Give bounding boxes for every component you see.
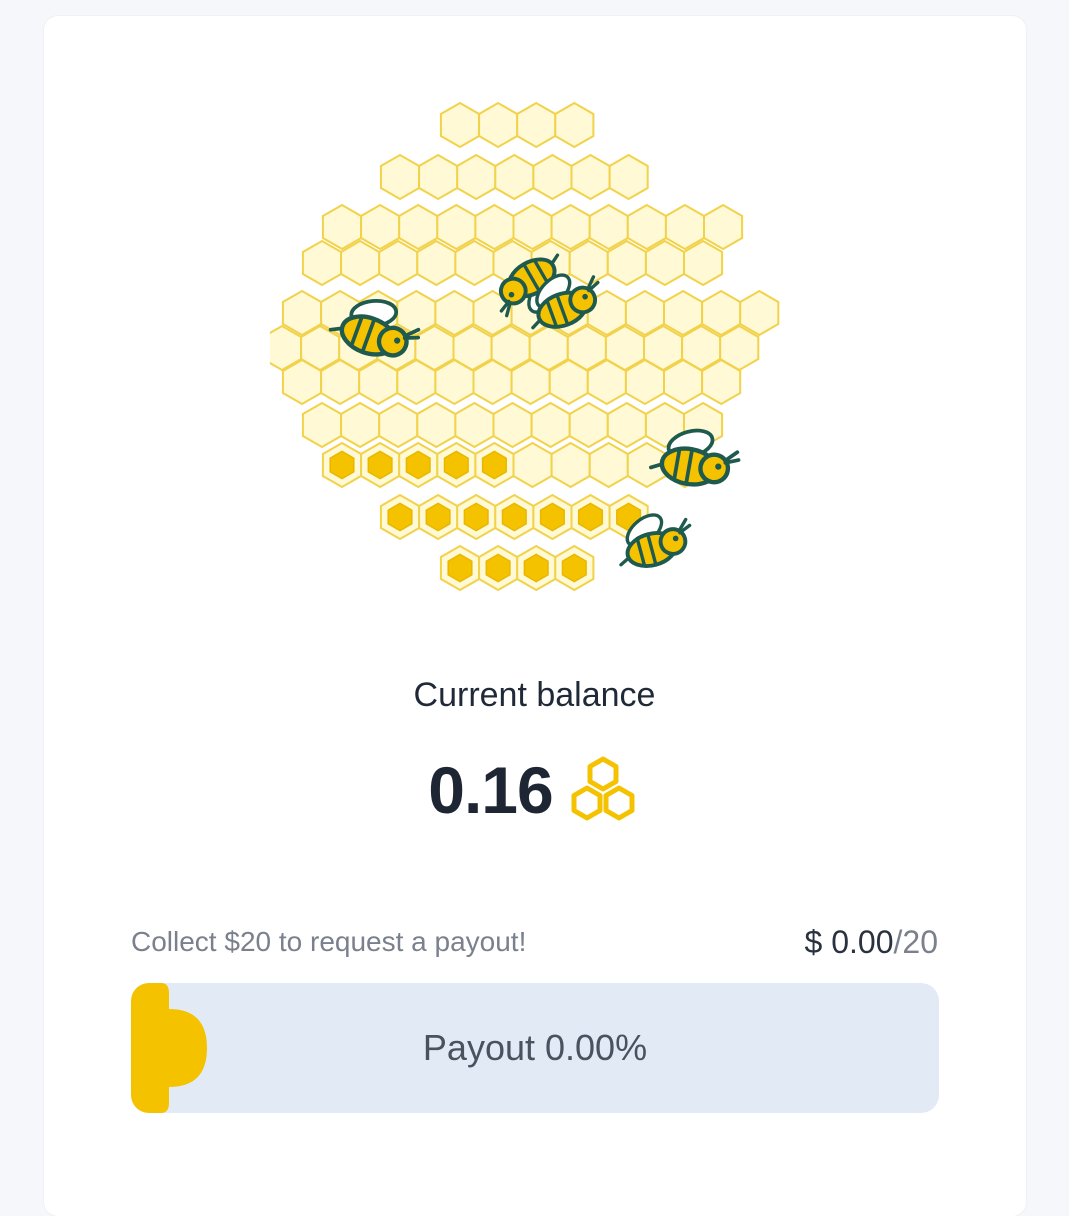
honeycomb-cell — [436, 203, 477, 251]
honeycomb-cell — [568, 401, 609, 449]
honeycomb-cell — [683, 239, 724, 287]
honeycomb-cell — [358, 358, 399, 406]
honeycomb-cell — [532, 153, 573, 201]
honeycomb-cell — [416, 239, 457, 287]
honeycomb-cell — [340, 239, 381, 287]
payout-current: 0.00 — [831, 924, 894, 960]
honeycomb-cell — [570, 153, 611, 201]
honeycomb-cell — [512, 203, 553, 251]
honey-filled-cell — [425, 502, 451, 532]
balance-value: 0.16 — [428, 753, 553, 827]
honeycomb-cell — [626, 203, 667, 251]
honeycomb-cell — [454, 401, 495, 449]
honeycomb-cell — [379, 153, 421, 201]
honeycomb-cell — [588, 203, 629, 251]
payout-progress-bar: Payout 0.00% — [131, 983, 939, 1113]
honey-filled-cell — [539, 502, 565, 532]
honeycomb-cell — [644, 239, 685, 287]
honeycomb-cell — [550, 203, 591, 251]
honeycomb-cell — [492, 401, 533, 449]
honey-filled-cell — [367, 450, 393, 480]
honey-filled-cell — [501, 502, 527, 532]
honey-filled-cell — [447, 553, 473, 583]
honeycomb-cell — [510, 358, 551, 406]
honeycomb-cell — [494, 153, 535, 201]
honeycomb-cell — [434, 358, 475, 406]
honeycomb-cell — [454, 239, 495, 287]
honeycomb-cell — [606, 239, 647, 287]
honeycomb-cell — [474, 203, 515, 251]
honeycomb-cell — [606, 401, 647, 449]
honey-filled-cell — [463, 502, 489, 532]
honeycomb-cell — [739, 289, 780, 337]
honeycomb-cell — [530, 401, 571, 449]
honey-filled-cell — [481, 450, 507, 480]
honeycomb-cell — [396, 358, 437, 406]
honeycomb-cell — [478, 101, 519, 149]
payout-amount: $ 0.00/20 — [805, 924, 938, 961]
honey-filled-cell — [329, 450, 355, 480]
honeycomb-cell — [608, 153, 649, 201]
honeycomb-cell — [321, 203, 363, 251]
honeycomb-cell — [398, 203, 439, 251]
honey-filled-cell — [523, 553, 549, 583]
honeycomb-cell — [301, 401, 343, 449]
honeycomb-cell — [378, 401, 419, 449]
honeycomb-cell — [554, 101, 595, 149]
honeycomb-cell — [548, 358, 589, 406]
honeycomb-cell — [624, 358, 665, 406]
honeycomb-cell — [418, 153, 459, 201]
honeycomb-cell — [320, 358, 361, 406]
honeycomb-cell — [550, 441, 591, 489]
balance-label: Current balance — [413, 676, 656, 714]
honeycomb-cell — [588, 441, 629, 489]
honeycomb-hive-illustration — [270, 101, 780, 592]
honey-filled-cell — [561, 553, 587, 583]
honeycomb-cell — [568, 239, 609, 287]
honeycomb-cell — [663, 358, 704, 406]
honey-filled-cell — [443, 450, 469, 480]
honeycomb-cell — [439, 101, 481, 149]
payout-progress-label: Payout 0.00% — [422, 1027, 648, 1068]
honeycomb-cell — [512, 441, 553, 489]
honeycomb-cell — [516, 101, 557, 149]
honey-filled-cell — [485, 553, 511, 583]
honeycomb-icon — [571, 756, 635, 821]
payout-goal: 20 — [902, 924, 938, 960]
honeycomb-cell — [472, 358, 513, 406]
honey-filled-cell — [387, 502, 413, 532]
honeycomb-cell — [703, 203, 744, 251]
honeycomb-cell — [416, 401, 457, 449]
honeycomb-cell — [360, 203, 401, 251]
honeycomb-cell — [301, 239, 343, 287]
honey-filled-cell — [577, 502, 604, 532]
honeycomb-cell — [456, 153, 497, 201]
honey-filled-cell — [405, 450, 431, 480]
honeycomb-cell — [340, 401, 381, 449]
payout-hint: Collect $20 to request a payout! — [131, 926, 527, 957]
honeycomb-cell — [701, 358, 742, 406]
currency-symbol: $ — [804, 924, 823, 960]
honeycomb-cell — [378, 239, 419, 287]
honeycomb-cell — [281, 358, 323, 406]
honeycomb-cell — [586, 358, 627, 406]
balance-row: 0.16 — [0, 752, 1069, 828]
honeycomb-cell — [664, 203, 705, 251]
